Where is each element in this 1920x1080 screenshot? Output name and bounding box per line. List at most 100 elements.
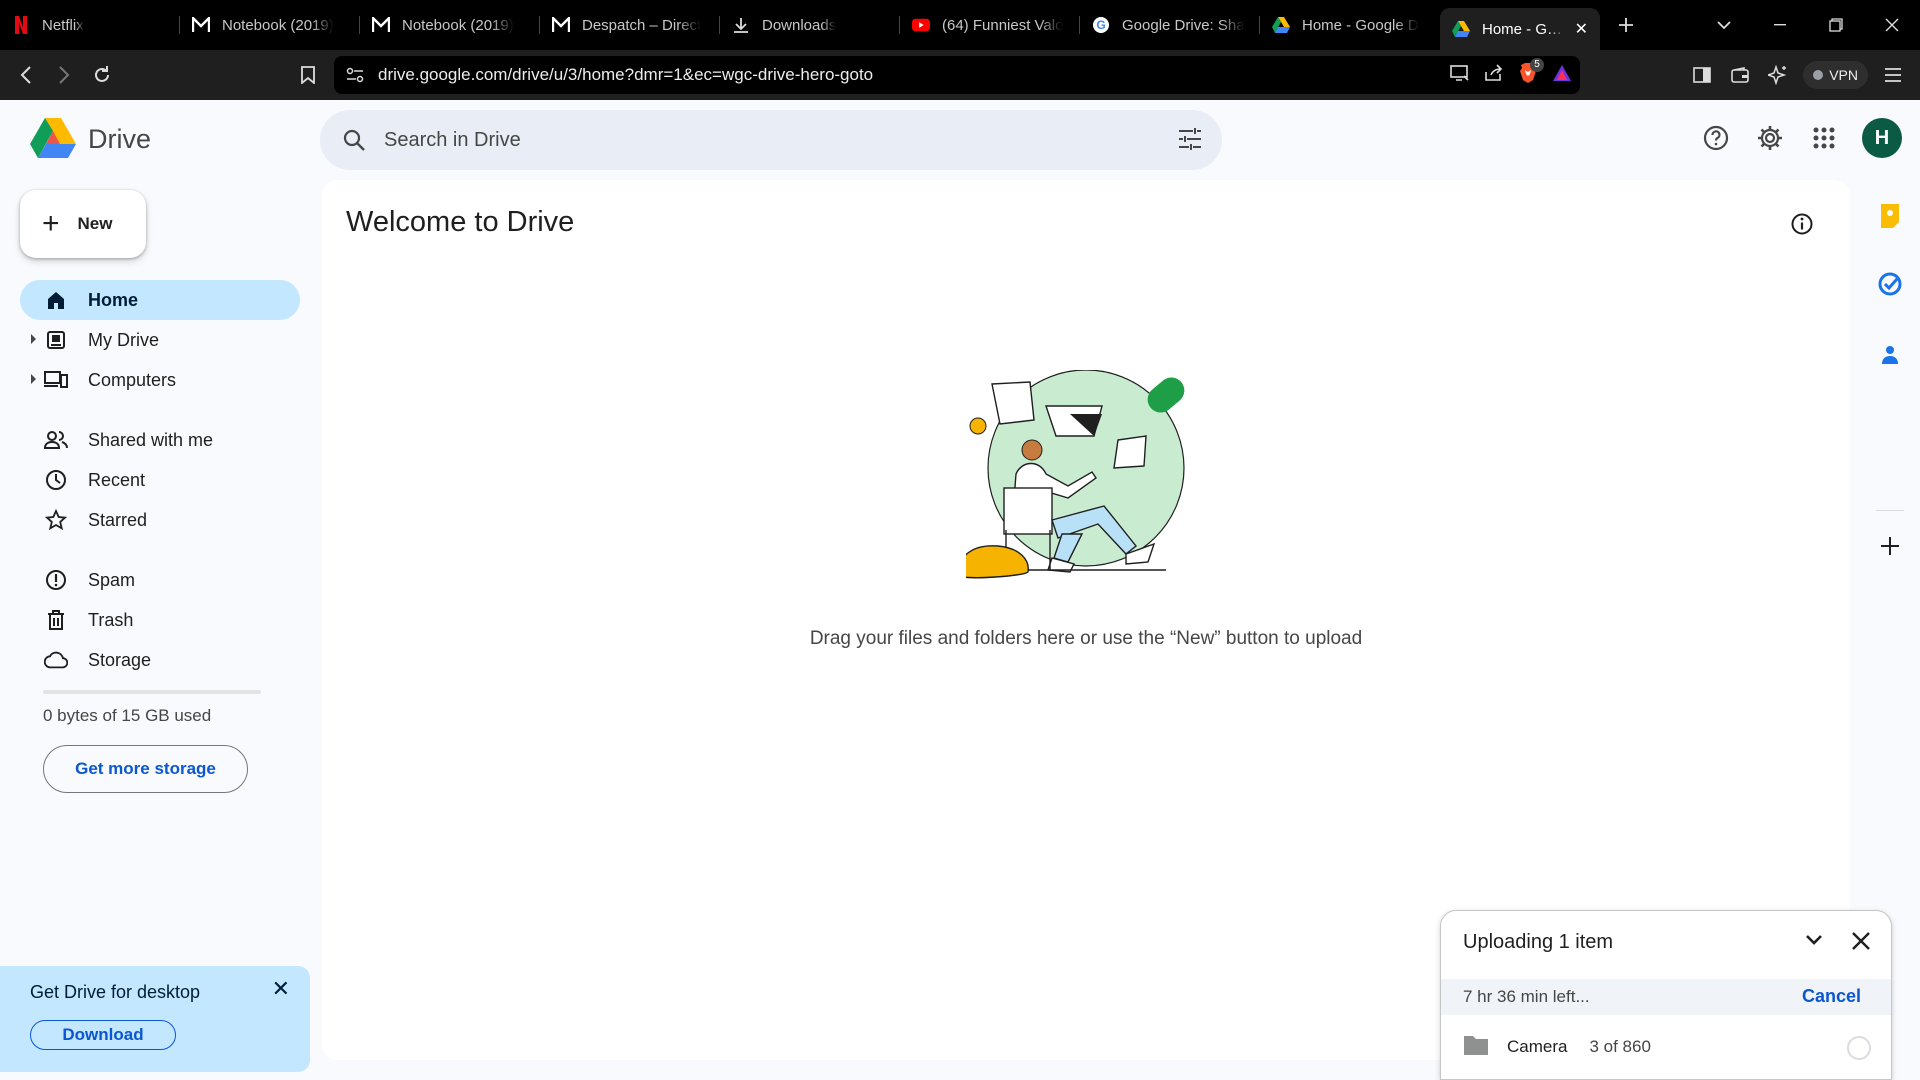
new-button-label: New [77,214,113,233]
chevron-down-icon [1717,21,1731,30]
gear-icon [1758,126,1782,150]
new-button[interactable]: + New [20,190,146,258]
close-icon[interactable] [1851,931,1871,956]
youtube-icon [912,16,930,34]
vpn-label: VPN [1829,67,1858,83]
tab-downloads[interactable]: Downloads [720,0,900,50]
close-tab-icon[interactable]: ✕ [1575,19,1588,39]
tab-despatch[interactable]: Despatch – Direct [540,0,720,50]
hamburger-menu-icon [1885,68,1901,82]
drive-logo-text: Drive [88,123,152,154]
site-settings-icon[interactable] [346,67,364,83]
minimize-button[interactable] [1752,0,1808,50]
wallet-icon [1731,67,1750,83]
forward-button[interactable] [46,57,82,93]
close-window-button[interactable] [1864,0,1920,50]
sidebar-toggle-button[interactable] [1683,56,1721,94]
sidebar-item-label: Home [88,289,139,310]
address-bar[interactable]: drive.google.com/drive/u/3/home?dmr=1&ec… [334,56,1580,94]
close-icon [1885,18,1899,32]
sidebar-item-spam[interactable]: Spam [20,560,300,600]
apps-grid-icon [1813,127,1835,149]
sidebar-item-my-drive[interactable]: My Drive [20,320,300,360]
leo-ai-button[interactable] [1759,56,1797,94]
search-bar[interactable]: Search in Drive [320,110,1222,170]
settings-button[interactable] [1754,122,1786,154]
sidebar-item-recent[interactable]: Recent [20,460,300,500]
drive-logo[interactable]: Drive [30,118,151,160]
back-button[interactable] [8,57,44,93]
account-avatar[interactable]: H [1862,118,1902,158]
tab-youtube[interactable]: (64) Funniest Valo [900,0,1080,50]
menu-button[interactable] [1874,56,1912,94]
browser-toolbar: drive.google.com/drive/u/3/home?dmr=1&ec… [0,50,1920,100]
promo-title: Get Drive for desktop [30,982,201,1002]
bookmark-button[interactable] [290,57,326,93]
upload-progress-spinner-icon [1847,1036,1871,1060]
sidebar-item-starred[interactable]: Starred [20,500,300,540]
get-more-storage-button[interactable]: Get more storage [43,745,248,793]
download-desktop-button[interactable]: Download [30,1020,176,1050]
tasks-icon[interactable] [1874,268,1906,300]
clock-icon [44,468,68,492]
brave-shields-icon[interactable]: 5 [1518,57,1544,89]
vpn-button[interactable]: VPN [1803,61,1868,89]
minimize-icon [1774,24,1786,26]
restore-button[interactable] [1808,0,1864,50]
tab-drive-home-active[interactable]: Home - Goog ✕ [1440,8,1600,50]
browser-tab-bar: Netflix Notebook (2019) Notebook (2019) … [0,0,1920,50]
notebook-icon [552,16,570,34]
storage-progress-bar [43,690,261,694]
contacts-icon[interactable] [1874,338,1906,370]
folder-icon [1463,1034,1489,1061]
reload-icon [95,66,109,82]
computer-icon [44,368,68,392]
keep-icon[interactable] [1874,200,1906,232]
search-icon[interactable] [342,128,366,152]
my-drive-icon [44,328,68,352]
notebook-icon [372,16,390,34]
plus-icon [1619,18,1633,32]
tab-google-drive-share[interactable]: G Google Drive: Sha [1080,0,1260,50]
sidebar-item-label: Spam [88,569,136,590]
expand-caret-icon[interactable] [31,374,36,384]
sidebar-item-trash[interactable]: Trash [20,600,300,640]
drive-logo-icon [30,118,76,158]
info-icon[interactable] [1790,212,1814,241]
sidebar-item-storage[interactable]: Storage [20,640,300,680]
tab-netflix[interactable]: Netflix [0,0,180,50]
sidebar-item-label: Storage [88,649,152,670]
apps-button[interactable] [1808,122,1840,154]
url-text: drive.google.com/drive/u/3/home?dmr=1&ec… [378,65,874,84]
support-button[interactable] [1700,122,1732,154]
sidebar-item-computers[interactable]: Computers [20,360,300,400]
home-icon [44,288,68,312]
close-promo-icon[interactable]: ✕ [272,976,290,1002]
search-input[interactable]: Search in Drive [384,129,521,152]
wallet-button[interactable] [1721,56,1759,94]
tab-notebook-2[interactable]: Notebook (2019) [360,0,540,50]
tab-search-button[interactable] [1696,0,1752,50]
tab-drive-home-1[interactable]: Home - Google D [1260,0,1440,50]
help-icon [1703,125,1729,151]
upload-item-progress: 3 of 860 [1589,1037,1651,1056]
sidebar-item-home[interactable]: Home [20,280,300,320]
desktop-promo-banner: Get Drive for desktop ✕ Download [0,966,310,1072]
svg-text:G: G [1096,18,1105,32]
forward-arrow-icon [59,66,70,84]
upload-item-name: Camera [1507,1037,1568,1056]
bookmark-icon [301,66,315,84]
tab-notebook-1[interactable]: Notebook (2019) [180,0,360,50]
collapse-chevron-icon[interactable] [1805,933,1823,951]
get-addons-button[interactable] [1874,530,1906,562]
brave-rewards-icon[interactable] [1552,64,1572,87]
search-options-icon[interactable] [1178,128,1202,155]
share-icon[interactable] [1484,63,1504,87]
sidebar-item-shared[interactable]: Shared with me [20,420,300,460]
reload-button[interactable] [84,57,120,93]
cancel-upload-button[interactable]: Cancel [1802,986,1861,1007]
new-tab-button[interactable] [1606,0,1646,50]
cast-icon[interactable] [1450,64,1470,87]
sidebar-item-label: Computers [88,369,177,390]
expand-caret-icon[interactable] [31,334,36,344]
